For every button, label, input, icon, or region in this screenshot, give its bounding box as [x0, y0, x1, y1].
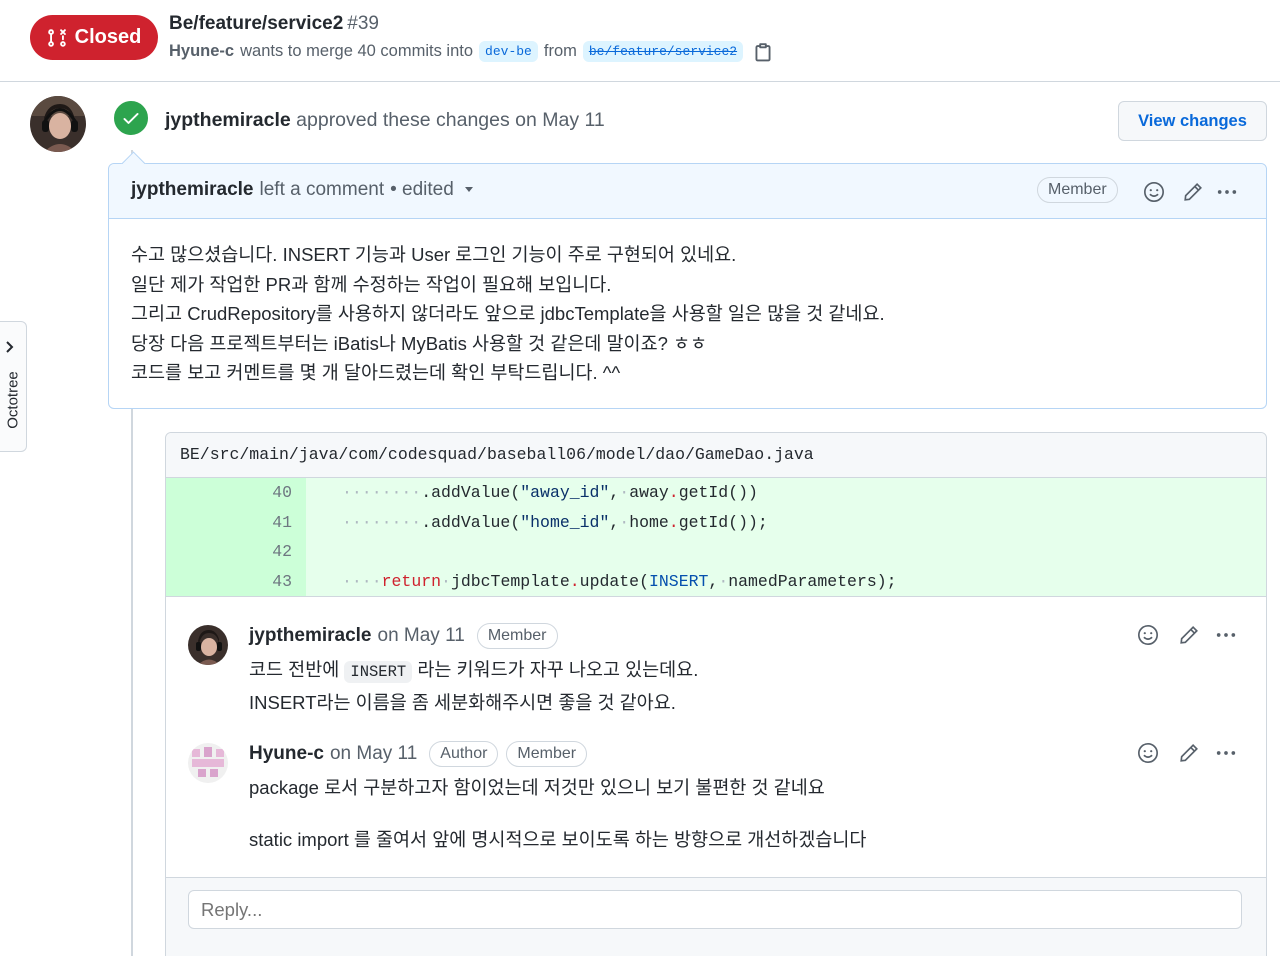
check-icon	[123, 113, 139, 124]
comment-edited-dropdown[interactable]: • edited	[390, 179, 454, 201]
edit-comment-button[interactable]	[1175, 739, 1203, 767]
comment-action: left a comment	[259, 179, 385, 200]
member-badge: Member	[506, 741, 588, 767]
comment-author-link[interactable]: jypthemiracle	[249, 625, 372, 647]
add-reaction-button[interactable]	[1134, 621, 1162, 649]
pr-title: Be/feature/service2 #39	[169, 13, 379, 35]
comment-paragraph: 수고 많으셨습니다. INSERT 기능과 User 로그인 기능이 주로 구현…	[131, 244, 737, 265]
line-number[interactable]: 40	[166, 478, 306, 508]
pencil-icon	[1184, 183, 1202, 201]
triangle-down-icon[interactable]	[464, 186, 474, 194]
smiley-icon	[1138, 625, 1158, 645]
comment-paragraph: static import 를 줄여서 앞에 명시적으로 보이도록 하는 방향으…	[249, 828, 867, 850]
comment-paragraph: package 로서 구분하고자 함이었는데 저것만 있으니 보기 불편한 것 …	[249, 777, 825, 798]
reviewer-link[interactable]: jypthemiracle	[165, 109, 291, 131]
base-branch[interactable]: dev-be	[479, 41, 538, 62]
review-comment-header: jypthemiracle left a comment • edited Me…	[109, 164, 1266, 219]
pr-meta: Hyune-c wants to merge 40 commits into d…	[169, 41, 773, 62]
review-comment: jypthemiracle left a comment • edited Me…	[108, 163, 1267, 409]
thread-comment-body: 코드 전반에 INSERT 라는 키워드가 자꾸 나오고 있는데요. INSER…	[249, 655, 698, 717]
avatar[interactable]	[188, 625, 228, 665]
view-changes-button[interactable]: View changes	[1118, 101, 1267, 141]
review-comment-body: 수고 많으셨습니다. INSERT 기능과 User 로그인 기능이 주로 구현…	[131, 240, 885, 388]
add-reaction-button[interactable]	[1140, 178, 1168, 206]
member-badge: Member	[1037, 177, 1118, 203]
comment-author-link[interactable]: Hyune-c	[249, 743, 324, 765]
pr-author-link[interactable]: Hyune-c	[169, 42, 234, 61]
git-pull-request-closed-icon	[47, 28, 66, 47]
thread-comment: Hyune-c on May 11 Author Member package …	[166, 715, 1266, 875]
comment-paragraph: 코드 전반에 INSERT 라는 키워드가 자꾸 나오고 있는데요.	[249, 659, 699, 683]
pr-merge-text: wants to merge 40 commits into	[240, 42, 474, 60]
comment-date[interactable]: on May 11	[330, 743, 417, 765]
code-line: 41 ········.addValue("home_id",·home.get…	[166, 507, 1266, 537]
edit-comment-button[interactable]	[1175, 621, 1203, 649]
inline-code: INSERT	[344, 661, 413, 683]
edit-comment-button[interactable]	[1179, 178, 1207, 206]
line-source: ········.addValue("home_id",·home.getId(…	[342, 512, 768, 532]
smiley-icon	[1138, 743, 1158, 763]
kebab-horizontal-icon	[1216, 633, 1236, 637]
member-badge: Member	[476, 623, 558, 649]
thread-comment-header: jypthemiracle on May 11 Member	[249, 623, 558, 649]
pr-header: Closed Be/feature/service2 #39 Hyune-c wa…	[0, 0, 1280, 82]
line-number[interactable]: 41	[166, 507, 306, 537]
thread-comment: jypthemiracle on May 11 Member 코드 전반에 IN…	[166, 597, 1266, 717]
pr-number: #39	[347, 13, 379, 34]
line-source: ····return·jdbcTemplate.update(INSERT,·n…	[342, 571, 897, 591]
line-number[interactable]: 42	[166, 537, 306, 567]
comment-date[interactable]: on May 11	[378, 625, 465, 647]
comment-paragraph: INSERT라는 이름을 좀 세분화해주시면 좋을 것 같아요.	[249, 691, 676, 713]
line-source: ········.addValue("away_id",·away.getId(…	[342, 483, 758, 503]
reply-input[interactable]	[188, 890, 1242, 929]
head-branch[interactable]: be/feature/service2	[582, 41, 744, 62]
pencil-icon	[1180, 626, 1198, 644]
pr-state-badge: Closed	[30, 15, 158, 60]
pr-title-text: Be/feature/service2	[169, 13, 344, 34]
pr-state-label: Closed	[74, 26, 142, 48]
comment-options-button[interactable]	[1213, 178, 1241, 206]
author-badge: Author	[429, 741, 499, 767]
add-reaction-button[interactable]	[1134, 739, 1162, 767]
review-action: approved these changes	[296, 109, 510, 131]
thread-comment-body: package 로서 구분하고자 함이었는데 저것만 있으니 보기 불편한 것 …	[249, 773, 866, 854]
code-line: 43 ····return·jdbcTemplate.update(INSERT…	[166, 566, 1266, 596]
approved-check-badge	[111, 98, 151, 138]
comment-paragraph: 그리고 CrudRepository를 사용하지 않더라도 앞으로 jdbcTe…	[131, 303, 885, 324]
code-line: 42	[166, 537, 1266, 567]
reply-bar	[166, 877, 1266, 956]
comment-paragraph: 코드를 보고 커멘트를 몇 개 달아드렸는데 확인 부탁드립니다. ^^	[131, 362, 621, 383]
avatar[interactable]	[188, 743, 228, 783]
chevron-right-icon	[6, 341, 14, 353]
pencil-icon	[1180, 744, 1198, 762]
review-date[interactable]: on May 11	[515, 109, 605, 131]
octotree-label: Octotree	[4, 371, 22, 429]
review-heading: jypthemiracle approved these changes on …	[165, 109, 605, 132]
review-comment-author: jypthemiracle left a comment • edited	[131, 179, 474, 201]
review-thread: BE/src/main/java/com/codesquad/baseball0…	[165, 432, 1267, 956]
kebab-horizontal-icon	[1216, 751, 1236, 755]
code-snippet: 40 ········.addValue("away_id",·away.get…	[166, 478, 1266, 597]
file-path[interactable]: BE/src/main/java/com/codesquad/baseball0…	[166, 433, 1266, 478]
pr-from-text: from	[543, 42, 577, 60]
comment-options-button[interactable]	[1212, 739, 1240, 767]
copy-icon[interactable]	[753, 42, 773, 62]
comment-paragraph: 당장 다음 프로젝트부터는 iBatis나 MyBatis 사용할 것 같은데 …	[131, 332, 708, 354]
avatar[interactable]	[30, 96, 86, 152]
comment-options-button[interactable]	[1212, 621, 1240, 649]
thread-comment-header: Hyune-c on May 11 Author Member	[249, 741, 588, 767]
avatar-image	[30, 96, 86, 152]
identicon-image	[188, 743, 228, 783]
smiley-icon	[1144, 182, 1164, 202]
octotree-toggle[interactable]: Octotree	[0, 321, 27, 452]
line-number[interactable]: 43	[166, 566, 306, 596]
avatar-image	[188, 625, 228, 665]
code-line: 40 ········.addValue("away_id",·away.get…	[166, 478, 1266, 508]
kebab-horizontal-icon	[1217, 190, 1237, 194]
comment-author-link[interactable]: jypthemiracle	[131, 179, 254, 201]
comment-paragraph: 일단 제가 작업한 PR과 함께 수정하는 작업이 필요해 보입니다.	[131, 273, 612, 295]
